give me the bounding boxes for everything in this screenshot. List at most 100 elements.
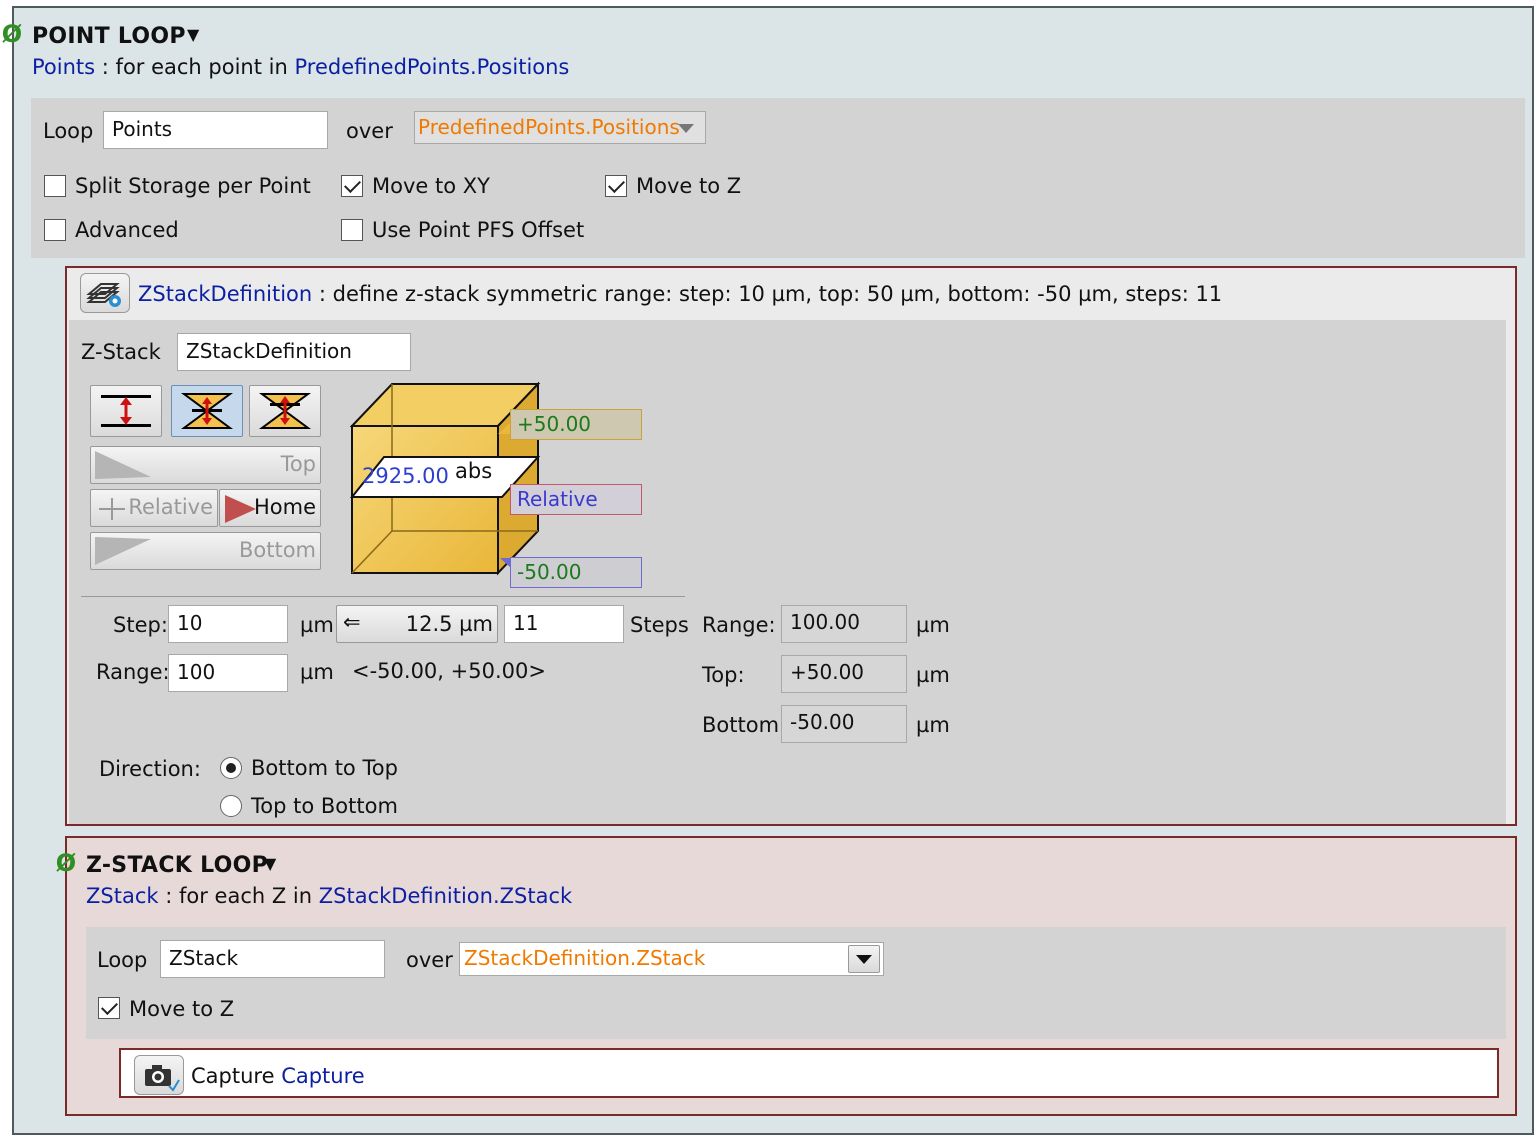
relative-label: Relative	[128, 495, 213, 519]
mode-top-bottom-button[interactable]	[90, 385, 162, 437]
set-top-label: Top	[280, 452, 316, 476]
set-bottom-button[interactable]: Bottom	[90, 532, 321, 570]
pfs-offset-checkbox[interactable]	[341, 219, 363, 241]
zstack-summary-text: define z-stack symmetric range: step: 10…	[332, 282, 1223, 306]
zstack-gear-icon	[86, 283, 121, 307]
top-readout-unit: µm	[916, 663, 950, 687]
camera-icon	[145, 1065, 180, 1092]
bottom-readout-unit: µm	[916, 713, 950, 737]
over-source-select[interactable]: PredefinedPoints.Positions	[414, 111, 706, 144]
bottom-readout-value: -50.00	[781, 705, 907, 743]
point-loop-summary: Points : for each point in PredefinedPoi…	[32, 55, 569, 79]
diagram-abs-label: abs	[455, 459, 493, 483]
advanced-label: Advanced	[75, 218, 179, 242]
capture-summary: Capture Capture	[191, 1064, 365, 1088]
loop-icon[interactable]: Ø	[0, 22, 24, 46]
loop-icon[interactable]: Ø	[54, 851, 78, 875]
zstack-over-select[interactable]: ZStackDefinition.ZStack	[459, 942, 884, 976]
zstack-move-to-z-checkbox[interactable]	[98, 997, 120, 1019]
range-readout-unit: µm	[916, 613, 950, 637]
diagram-current-position: 2925.00	[362, 464, 449, 488]
mode-asymmetric-button[interactable]	[249, 385, 321, 437]
capture-settings-button[interactable]	[134, 1055, 184, 1095]
range-readout-label: Range:	[702, 613, 776, 637]
pfs-offset-label: Use Point PFS Offset	[372, 218, 585, 242]
loop-source-link[interactable]: PredefinedPoints.Positions	[294, 55, 569, 79]
step-input[interactable]: 10	[168, 605, 288, 643]
dropdown-button[interactable]	[848, 945, 880, 973]
crosshair-icon	[99, 498, 125, 520]
bottom-readout-label: Bottom:	[702, 713, 787, 737]
divider	[81, 596, 685, 597]
loop-label: Loop	[97, 948, 148, 972]
calculate-step-button[interactable]: ⇐ 12.5 µm	[336, 605, 498, 643]
top-readout-label: Top:	[702, 663, 745, 687]
zstack-loop-name-input[interactable]: ZStack	[160, 940, 385, 978]
over-label: over	[406, 948, 453, 972]
range-label: Range:	[96, 660, 170, 684]
diagram-top-value: +50.00	[510, 409, 642, 440]
mode-symmetric-button[interactable]	[171, 385, 243, 437]
direction-bottom-to-top-radio[interactable]	[220, 757, 242, 779]
loop-label: Loop	[43, 119, 94, 143]
range-interval: <-50.00, +50.00>	[352, 659, 546, 683]
point-loop-title: POINT LOOP	[32, 24, 186, 49]
home-label: Home	[253, 495, 316, 519]
point-loop-caret-icon[interactable]: ▼	[187, 25, 199, 44]
diagram-bottom-value: -50.00	[510, 557, 642, 588]
loop-source-link[interactable]: ZStackDefinition.ZStack	[319, 884, 572, 908]
zstack-summary: ZStackDefinition : define z-stack symmet…	[138, 282, 1222, 306]
summary-separator: :	[318, 282, 326, 306]
range-top-bottom-icon	[101, 395, 151, 427]
move-to-xy-checkbox[interactable]	[341, 175, 363, 197]
move-to-z-label: Move to Z	[636, 174, 742, 198]
relative-button[interactable]: Relative	[90, 489, 218, 527]
range-readout-value: 100.00	[781, 605, 907, 643]
capture-label: Capture	[191, 1064, 275, 1088]
split-storage-label: Split Storage per Point	[75, 174, 311, 198]
chevron-down-icon[interactable]	[678, 124, 694, 133]
calculated-step-label: 12.5 µm	[405, 612, 493, 636]
diagram-relative-label: Relative	[510, 484, 642, 515]
loop-variable-link[interactable]: Points	[32, 55, 95, 79]
loop-variable-link[interactable]: ZStack	[86, 884, 159, 908]
zstack-definition-link[interactable]: ZStackDefinition	[138, 282, 312, 306]
zstack-move-to-z-label: Move to Z	[129, 997, 235, 1021]
direction-top-to-bottom-label: Top to Bottom	[251, 794, 398, 818]
advanced-checkbox[interactable]	[44, 219, 66, 241]
step-unit: µm	[300, 613, 334, 637]
move-to-z-checkbox[interactable]	[605, 175, 627, 197]
steps-input[interactable]: 11	[504, 605, 624, 643]
set-bottom-label: Bottom	[238, 538, 316, 562]
range-input[interactable]: 100	[168, 654, 288, 692]
zstack-name-input[interactable]: ZStackDefinition	[177, 333, 411, 371]
asymmetric-range-icon	[258, 393, 312, 429]
direction-top-to-bottom-radio[interactable]	[220, 795, 242, 817]
set-top-button[interactable]: Top	[90, 446, 321, 484]
direction-label: Direction:	[99, 757, 201, 781]
zstack-loop-title: Z-STACK LOOP	[86, 853, 269, 878]
symmetric-range-icon	[180, 393, 234, 429]
play-triangle-icon	[225, 495, 256, 523]
move-to-xy-label: Move to XY	[372, 174, 490, 198]
capture-link[interactable]: Capture	[281, 1064, 365, 1088]
over-label: over	[346, 119, 393, 143]
summary-text: for each Z in	[178, 884, 313, 908]
home-button[interactable]: Home	[219, 489, 321, 527]
summary-text: for each point in	[115, 55, 288, 79]
range-unit: µm	[300, 660, 334, 684]
split-storage-checkbox[interactable]	[44, 175, 66, 197]
chevron-down-icon	[856, 955, 872, 964]
zstack-loop-caret-icon[interactable]: ▼	[264, 854, 276, 873]
arrow-left-icon: ⇐	[343, 610, 361, 634]
wedge-icon	[95, 537, 151, 565]
loop-name-input[interactable]: Points	[103, 111, 328, 149]
summary-separator: :	[101, 55, 109, 79]
steps-label: Steps	[630, 613, 689, 637]
top-readout-value: +50.00	[781, 655, 907, 693]
summary-separator: :	[165, 884, 173, 908]
zstack-loop-summary: ZStack : for each Z in ZStackDefinition.…	[86, 884, 572, 908]
direction-bottom-to-top-label: Bottom to Top	[251, 756, 398, 780]
zstack-settings-button[interactable]	[80, 273, 130, 313]
wedge-icon	[95, 451, 151, 479]
